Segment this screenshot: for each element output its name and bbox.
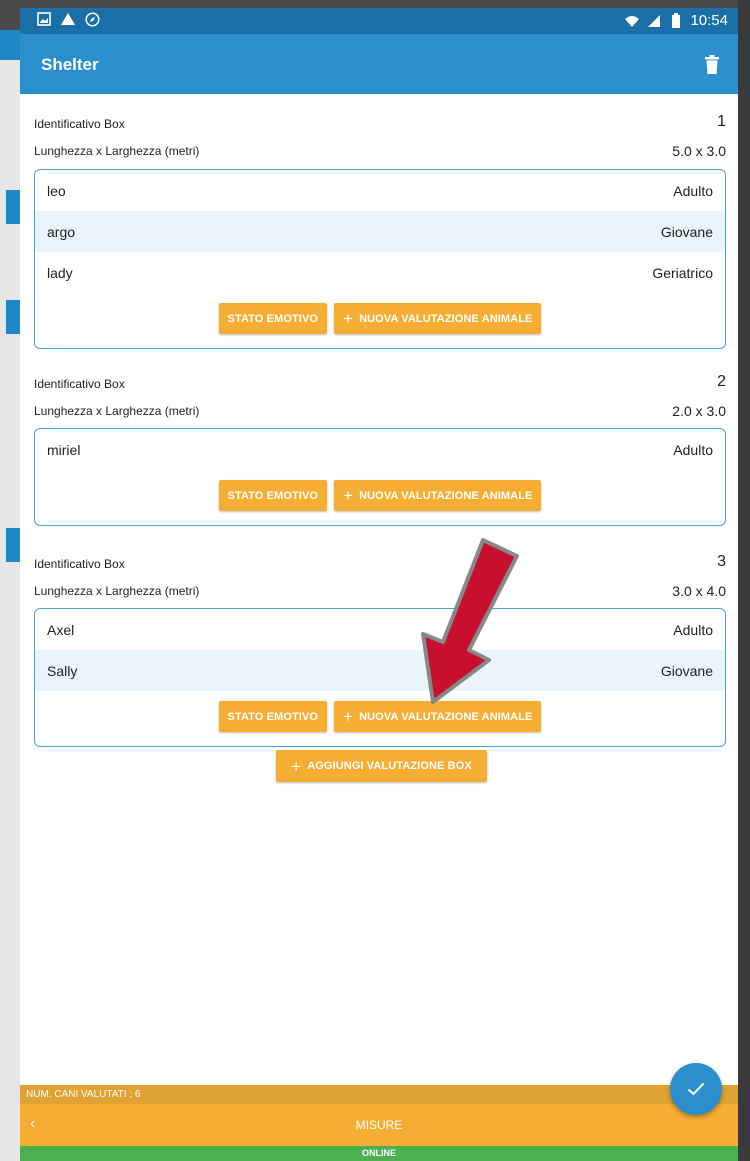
box-id-value: 2 — [717, 373, 726, 390]
battery-icon — [668, 13, 684, 29]
button-row: STATO EMOTIVO + NUOVA VALUTAZIONE ANIMALE — [35, 470, 725, 525]
animal-name: argo — [47, 223, 76, 240]
page-title: Shelter — [41, 55, 99, 74]
new-animal-eval-label: NUOVA VALUTAZIONE ANIMALE — [359, 312, 533, 325]
box-id-label: Identificativo Box — [34, 117, 125, 131]
background-app-panel — [0, 60, 20, 1161]
annotation-arrow — [421, 538, 519, 704]
emotional-state-label: STATO EMOTIVO — [227, 489, 319, 502]
emotional-state-label: STATO EMOTIVO — [227, 312, 319, 325]
emotional-state-button[interactable]: STATO EMOTIVO — [218, 701, 328, 732]
animal-name: Axel — [47, 621, 75, 638]
animal-row[interactable]: lady Geriatrico — [35, 252, 725, 293]
plus-icon: + — [343, 309, 354, 328]
emotional-state-button[interactable]: STATO EMOTIVO — [218, 480, 328, 511]
bottom-nav-label: MISURE — [355, 1118, 403, 1132]
animal-name: miriel — [47, 441, 81, 458]
new-animal-eval-label: NUOVA VALUTAZIONE ANIMALE — [359, 710, 533, 723]
animal-name: lady — [47, 264, 73, 281]
box-dimensions-value: 2.0 x 3.0 — [672, 403, 726, 419]
status-bar: 10:54 — [20, 8, 738, 34]
warning-icon — [60, 11, 76, 27]
box-id-label: Identificativo Box — [34, 377, 125, 391]
bottom-nav: ‹ MISURE — [20, 1104, 738, 1146]
animal-row[interactable]: Axel Adulto — [35, 609, 725, 650]
animal-card: Axel Adulto Sally Giovane STATO EMOTIVO … — [34, 608, 726, 747]
box-dimensions-label: Lunghezza x Larghezza (metri) — [34, 144, 200, 158]
check-icon — [687, 1082, 705, 1096]
app-screen: 10:54 Shelter Identificativo Box 1 Lungh… — [20, 8, 738, 1161]
online-status: ONLINE — [20, 1146, 738, 1161]
animal-age: Giovane — [660, 662, 713, 679]
add-box-eval-button[interactable]: + AGGIUNGI VALUTAZIONE BOX — [276, 750, 487, 782]
emotional-state-label: STATO EMOTIVO — [227, 710, 319, 723]
button-row: STATO EMOTIVO + NUOVA VALUTAZIONE ANIMALE — [35, 691, 725, 746]
evaluated-count: NUM. CANI VALUTATI : 6 — [20, 1085, 738, 1104]
app-bar: Shelter — [20, 34, 738, 94]
box-section: Identificativo Box 1 Lunghezza x Larghez… — [20, 94, 738, 359]
box-id-label: Identificativo Box — [34, 557, 125, 571]
background-app-strip — [6, 528, 20, 562]
confirm-fab[interactable] — [670, 1063, 722, 1115]
plus-icon: + — [343, 707, 354, 726]
box-section: Identificativo Box 2 Lunghezza x Larghez… — [20, 364, 738, 534]
box-dimensions-label: Lunghezza x Larghezza (metri) — [34, 584, 200, 598]
box-id-value: 1 — [717, 113, 726, 130]
animal-age: Geriatrico — [652, 264, 713, 281]
animal-age: Adulto — [673, 441, 713, 458]
box-dimensions-value: 5.0 x 3.0 — [672, 143, 726, 159]
animal-row[interactable]: miriel Adulto — [35, 429, 725, 470]
wifi-icon — [624, 13, 640, 29]
box-section: Identificativo Box 3 Lunghezza x Larghez… — [20, 543, 738, 747]
animal-age: Adulto — [673, 621, 713, 638]
add-box-eval-label: AGGIUNGI VALUTAZIONE BOX — [307, 760, 472, 772]
box-id-value: 3 — [717, 553, 726, 570]
new-animal-eval-button[interactable]: + NUOVA VALUTAZIONE ANIMALE — [334, 303, 542, 334]
background-app-strip — [6, 300, 20, 334]
plus-icon: + — [291, 756, 302, 776]
delete-icon[interactable] — [704, 55, 720, 75]
status-time: 10:54 — [690, 12, 728, 29]
animal-card: leo Adulto argo Giovane lady Geriatrico … — [34, 169, 726, 349]
background-app-panel-right — [738, 0, 750, 1161]
animal-age: Adulto — [673, 182, 713, 199]
animal-name: Sally — [47, 662, 78, 679]
plus-icon: + — [343, 486, 354, 505]
button-row: STATO EMOTIVO + NUOVA VALUTAZIONE ANIMALE — [35, 293, 725, 348]
animal-row[interactable]: Sally Giovane — [35, 650, 725, 691]
new-animal-eval-button[interactable]: + NUOVA VALUTAZIONE ANIMALE — [334, 480, 542, 511]
animal-row[interactable]: argo Giovane — [35, 211, 725, 252]
box-dimensions-label: Lunghezza x Larghezza (metri) — [34, 404, 200, 418]
animal-name: leo — [47, 182, 66, 199]
emotional-state-button[interactable]: STATO EMOTIVO — [218, 303, 328, 334]
new-animal-eval-label: NUOVA VALUTAZIONE ANIMALE — [359, 489, 533, 502]
compass-icon — [84, 11, 100, 27]
box-dimensions-value: 3.0 x 4.0 — [672, 583, 726, 599]
signal-icon — [646, 13, 662, 29]
background-app-strip — [6, 190, 20, 224]
animal-row[interactable]: leo Adulto — [35, 170, 725, 211]
animal-card: miriel Adulto STATO EMOTIVO + NUOVA VALUT… — [34, 428, 726, 526]
animal-age: Giovane — [660, 223, 713, 240]
image-icon — [36, 11, 52, 27]
